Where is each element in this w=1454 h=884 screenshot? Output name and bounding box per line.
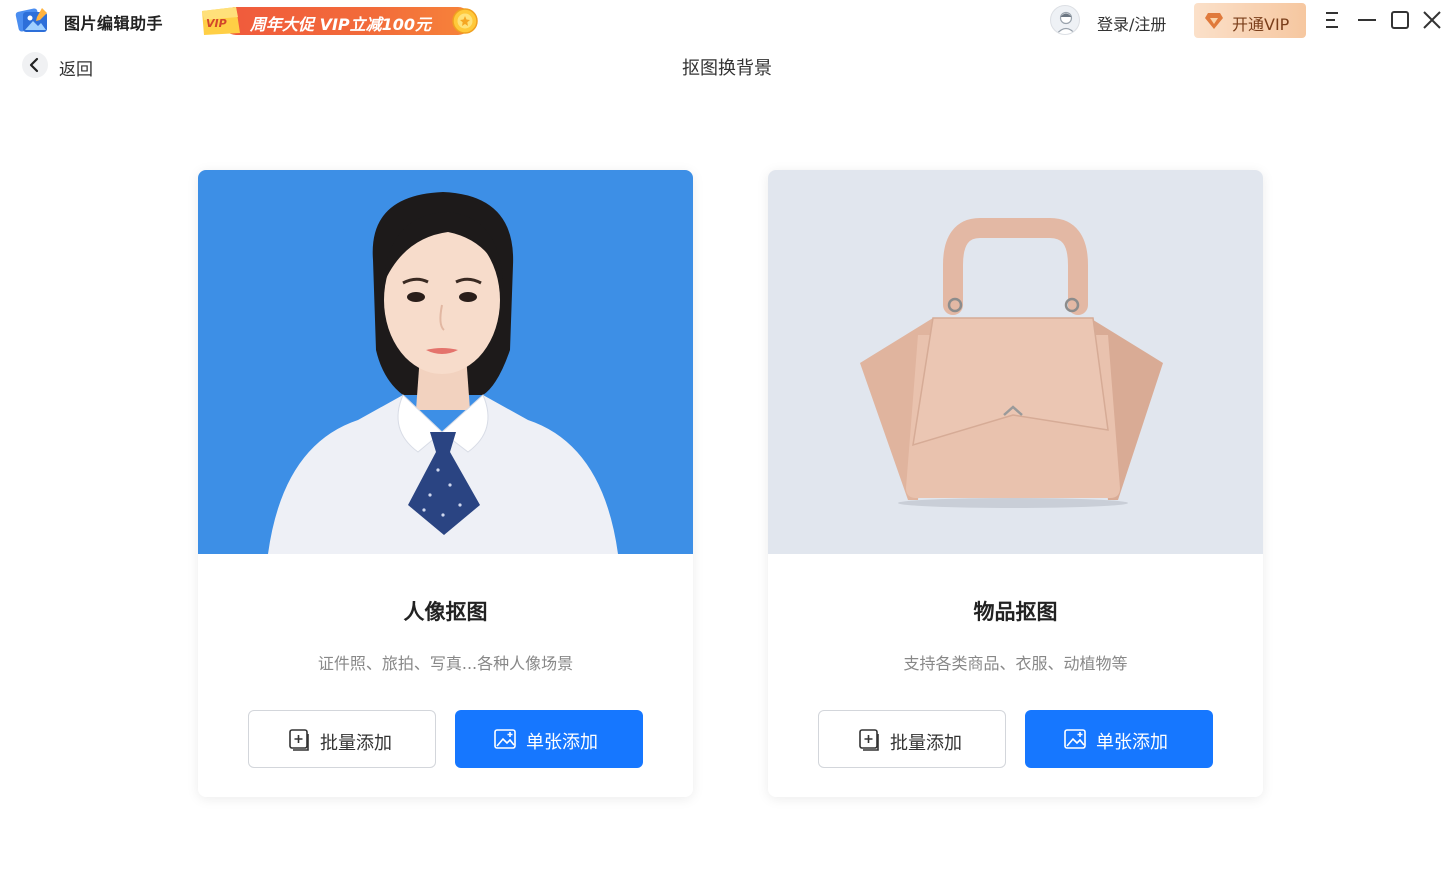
single-add-label: 单张添加 [1096, 732, 1168, 753]
single-add-label: 单张添加 [526, 732, 598, 753]
coin-icon [452, 8, 478, 34]
portrait-sample-image [198, 170, 693, 554]
batch-add-icon [859, 729, 879, 751]
promo-badge-text: VIP [206, 17, 227, 30]
object-cutout-card: 物品抠图 支持各类商品、衣服、动植物等 批量添加 单张添加 [768, 170, 1263, 797]
batch-add-button[interactable]: 批量添加 [248, 710, 436, 768]
open-vip-button[interactable]: 开通VIP [1194, 3, 1306, 38]
card-description: 支持各类商品、衣服、动植物等 [903, 654, 1128, 673]
menu-icon[interactable] [1322, 8, 1346, 32]
app-name: 图片编辑助手 [64, 14, 164, 33]
batch-add-icon [289, 729, 309, 751]
handbag-sample-image [768, 170, 1263, 554]
card-title: 人像抠图 [403, 600, 488, 624]
minimize-icon[interactable] [1355, 8, 1379, 32]
promo-banner[interactable]: VIP 周年大促 VIP立减100元 [198, 3, 482, 38]
card-title: 物品抠图 [973, 600, 1058, 624]
open-vip-label: 开通VIP [1232, 15, 1290, 34]
add-image-icon [494, 729, 516, 749]
portrait-cutout-card: 人像抠图 证件照、旅拍、写真...各种人像场景 批量添加 单张添加 [198, 170, 693, 797]
batch-add-button[interactable]: 批量添加 [818, 710, 1006, 768]
batch-add-label: 批量添加 [890, 733, 962, 754]
diamond-icon [1205, 13, 1223, 29]
login-register-link[interactable]: 登录/注册 [1097, 11, 1166, 35]
single-add-button[interactable]: 单张添加 [455, 710, 643, 768]
add-image-icon [1064, 729, 1086, 749]
close-icon[interactable] [1420, 8, 1444, 32]
batch-add-label: 批量添加 [320, 733, 392, 754]
title-bar: 图片编辑助手 VIP 周年大促 VIP立减100元 登录/注册 开通VIP [0, 0, 1454, 42]
app-logo-icon [15, 8, 47, 32]
card-description: 证件照、旅拍、写真...各种人像场景 [317, 654, 574, 673]
page-title: 抠图换背景 [682, 58, 772, 79]
promo-text: 周年大促 VIP立减100元 [250, 15, 432, 34]
user-avatar-icon[interactable] [1050, 5, 1080, 35]
maximize-icon[interactable] [1388, 8, 1412, 32]
single-add-button[interactable]: 单张添加 [1025, 710, 1213, 768]
